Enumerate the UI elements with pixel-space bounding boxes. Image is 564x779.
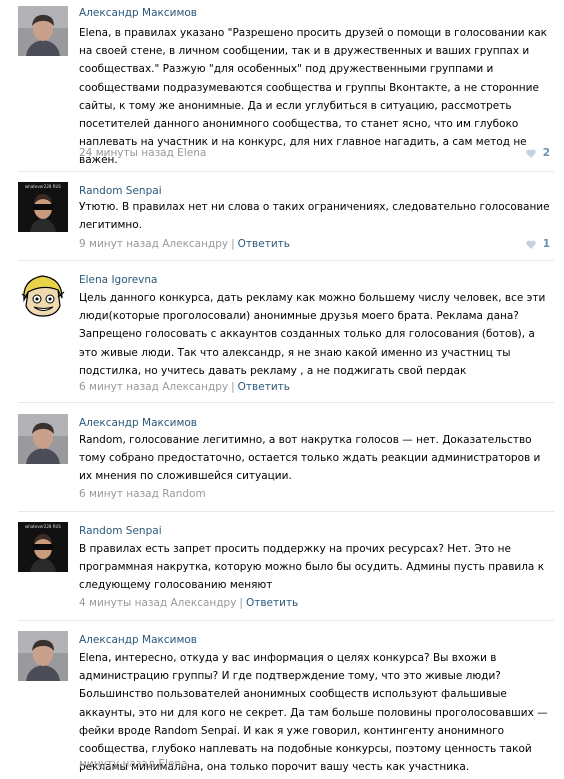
comment-timestamp[interactable]: 24 минуты назад Elena (79, 147, 206, 159)
divider (18, 171, 554, 172)
divider (18, 260, 554, 261)
avatar[interactable] (18, 414, 68, 464)
avatar[interactable]: whatever228 RUS (18, 522, 68, 572)
comment-text: В правилах есть запрет просить поддержку… (79, 543, 545, 592)
reply-link[interactable]: Ответить (238, 381, 290, 393)
comment-timestamp[interactable]: 6 минут назад Александру (79, 381, 228, 393)
avatar-caption: whatever228 RUS (25, 524, 61, 529)
comment-meta: минуту назад Elena (79, 758, 188, 770)
comment-text: Random, голосование легитимно, а вот нак… (79, 434, 541, 483)
avatar[interactable] (18, 6, 68, 56)
divider (18, 620, 554, 621)
heart-icon (526, 149, 537, 158)
reply-link[interactable]: Ответить (246, 597, 298, 609)
like-count: 1 (542, 238, 550, 250)
avatar-caption: whatever228 RUS (25, 184, 61, 189)
comment-text: Утютю. В правилах нет ни слова о таких о… (79, 201, 550, 232)
avatar[interactable] (18, 270, 68, 320)
comment-author[interactable]: Александр Максимов (79, 417, 197, 429)
divider (18, 402, 554, 403)
divider (18, 511, 554, 512)
comment-meta: 6 минут назад Random (79, 488, 206, 500)
comment-author[interactable]: Random Senpai (79, 185, 162, 197)
comment-meta: 6 минут назад Александру | Ответить (79, 381, 290, 393)
comment-author[interactable]: Александр Максимов (79, 634, 197, 646)
heart-icon (526, 240, 537, 249)
comment-timestamp[interactable]: 6 минут назад Random (79, 488, 206, 500)
like-count: 2 (542, 147, 550, 159)
comment-meta: 24 минуты назад Elena (79, 147, 206, 159)
reply-link[interactable]: Ответить (238, 238, 290, 250)
like-button[interactable]: 2 (526, 147, 550, 159)
avatar[interactable] (18, 631, 68, 681)
comment-timestamp[interactable]: 4 минуты назад Александру (79, 597, 236, 609)
comment-author[interactable]: Александр Максимов (79, 7, 197, 19)
comment-timestamp[interactable]: 9 минут назад Александру (79, 238, 228, 250)
comment-text: Цель данного конкурса, дать рекламу как … (79, 292, 546, 377)
like-button[interactable]: 1 (526, 238, 550, 250)
avatar[interactable]: whatever228 RUS (18, 182, 68, 232)
comment-author[interactable]: Elena Igorevna (79, 274, 157, 286)
comment-meta: 4 минуты назад Александру | Ответить (79, 597, 299, 609)
comment-meta: 9 минут назад Александру | Ответить (79, 238, 290, 250)
comment-author[interactable]: Random Senpai (79, 525, 162, 537)
comment-timestamp[interactable]: минуту назад Elena (79, 758, 188, 770)
